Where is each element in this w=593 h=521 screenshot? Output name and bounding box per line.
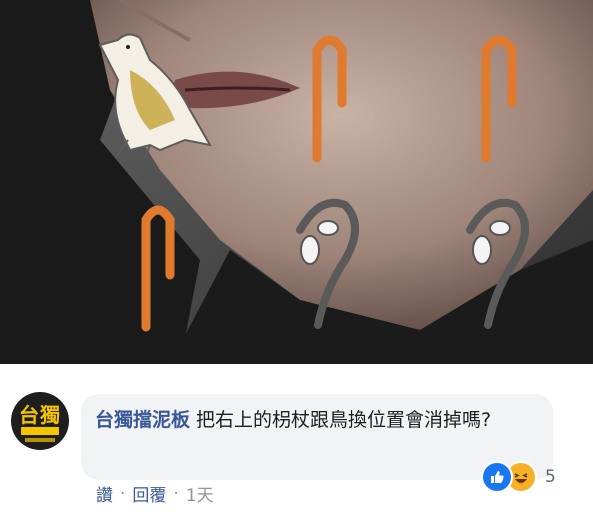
avatar-text: 台獨 [19, 403, 61, 427]
comment-body: 台獨擋泥板 把右上的枴杖跟鳥換位置會消掉嗎? [95, 406, 543, 434]
avatar-strip [21, 427, 59, 435]
reaction-count: 5 [545, 467, 556, 487]
avatar-strip-small [25, 438, 55, 442]
comment-actions: 讚 · 回覆 · 1天 [96, 481, 214, 507]
separator: · [120, 483, 126, 504]
avatar[interactable]: 台獨 [11, 392, 69, 450]
like-link[interactable]: 讚 [96, 481, 113, 506]
meme-photo[interactable] [0, 0, 593, 364]
timestamp[interactable]: 1天 [186, 481, 214, 506]
comment-text: 把右上的枴杖跟鳥換位置會消掉嗎? [196, 409, 492, 431]
like-icon [481, 461, 513, 493]
reaction-summary[interactable]: 5 [481, 461, 556, 493]
comment-author[interactable]: 台獨擋泥板 [95, 409, 190, 431]
comment-section: 台獨 台獨擋泥板 把右上的枴杖跟鳥換位置會消掉嗎? 5 讚 · 回覆 · 1天 [0, 364, 593, 521]
reply-link[interactable]: 回覆 [132, 481, 166, 506]
separator: · [173, 483, 179, 504]
